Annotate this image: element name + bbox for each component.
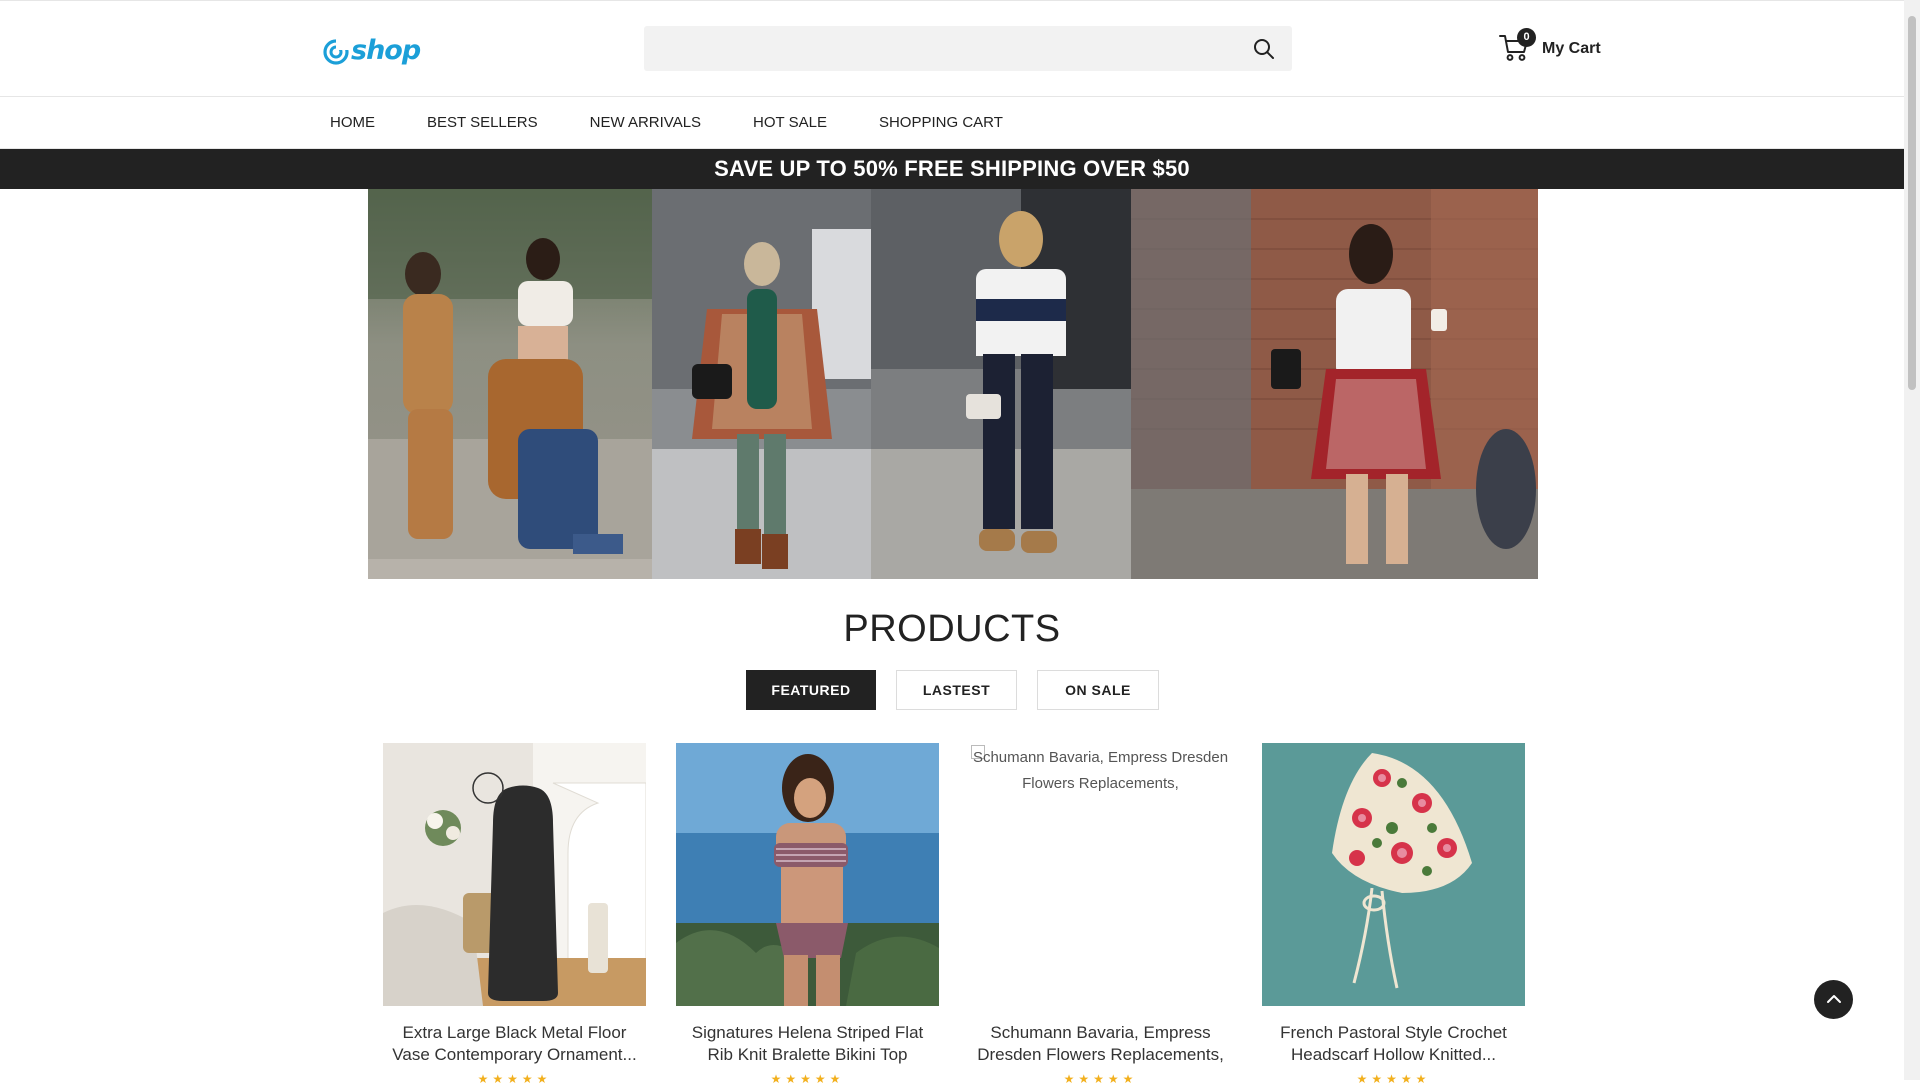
product-card[interactable]: French Pastoral Style Crochet Headscarf …	[1262, 743, 1525, 1086]
scrollbar-thumb[interactable]	[1908, 16, 1916, 390]
page-scrollbar[interactable]	[1904, 0, 1920, 1080]
logo-swirl-icon	[323, 38, 349, 65]
nav-item-best-sellers[interactable]: BEST SELLERS	[427, 114, 538, 131]
cart-button[interactable]: 0 My Cart	[1498, 28, 1601, 63]
product-card[interactable]: Schumann Bavaria, Empress Dresden Flower…	[969, 743, 1232, 1086]
image-alt-text: Schumann Bavaria, Empress Dresden Flower…	[972, 749, 1229, 792]
back-to-top-button[interactable]	[1814, 980, 1853, 1019]
product-rating: ★★★★★	[1356, 1072, 1431, 1086]
product-image[interactable]	[1262, 743, 1525, 1006]
product-grid: Extra Large Black Metal Floor Vase Conte…	[383, 743, 1525, 1086]
product-tabs: FEATURED LASTEST ON SALE	[746, 670, 1179, 710]
hero-image-1	[368, 189, 652, 579]
hero-image-4	[1131, 189, 1538, 579]
tab-on-sale[interactable]: ON SALE	[1037, 670, 1159, 710]
nav-item-home[interactable]: HOME	[330, 114, 375, 131]
nav-item-hot-sale[interactable]: HOT SALE	[753, 114, 827, 131]
product-rating: ★★★★★	[1063, 1072, 1138, 1086]
nav-item-shopping-cart[interactable]: SHOPPING CART	[879, 114, 1003, 131]
search-button[interactable]	[1252, 37, 1276, 61]
product-card[interactable]: Extra Large Black Metal Floor Vase Conte…	[383, 743, 646, 1086]
tab-lastest[interactable]: LASTEST	[896, 670, 1017, 710]
nav-item-new-arrivals[interactable]: NEW ARRIVALS	[590, 114, 701, 131]
product-rating: ★★★★★	[477, 1072, 552, 1086]
search-icon	[1254, 39, 1274, 59]
product-image[interactable]	[383, 743, 646, 1006]
product-image[interactable]	[676, 743, 939, 1006]
promo-banner: SAVE UP TO 50% FREE SHIPPING OVER $50	[0, 149, 1904, 189]
hero-image-3	[871, 189, 1131, 579]
product-title[interactable]: Signatures Helena Striped Flat Rib Knit …	[676, 1022, 939, 1066]
product-rating: ★★★★★	[770, 1072, 845, 1086]
cart-count-badge: 0	[1517, 28, 1536, 47]
product-title[interactable]: Extra Large Black Metal Floor Vase Conte…	[383, 1022, 646, 1066]
hero-image-2	[652, 189, 871, 579]
hero-banner[interactable]	[368, 189, 1538, 579]
logo-text: shop	[351, 35, 421, 66]
tab-featured[interactable]: FEATURED	[746, 670, 876, 710]
products-heading: PRODUCTS	[843, 608, 1061, 650]
site-header: shop 0 My Cart	[0, 1, 1904, 97]
site-logo[interactable]: shop	[322, 35, 421, 66]
chevron-up-icon	[1827, 995, 1841, 1003]
main-nav: HOME BEST SELLERS NEW ARRIVALS HOT SALE …	[0, 97, 1904, 149]
cart-label: My Cart	[1542, 40, 1601, 57]
cart-icon-wrap: 0	[1498, 28, 1536, 63]
search-bar	[644, 26, 1292, 73]
product-title[interactable]: French Pastoral Style Crochet Headscarf …	[1262, 1022, 1525, 1066]
search-input[interactable]	[656, 26, 1240, 73]
product-title[interactable]: Schumann Bavaria, Empress Dresden Flower…	[969, 1022, 1232, 1066]
product-image[interactable]: Schumann Bavaria, Empress Dresden Flower…	[969, 743, 1232, 1006]
product-card[interactable]: Signatures Helena Striped Flat Rib Knit …	[676, 743, 939, 1086]
